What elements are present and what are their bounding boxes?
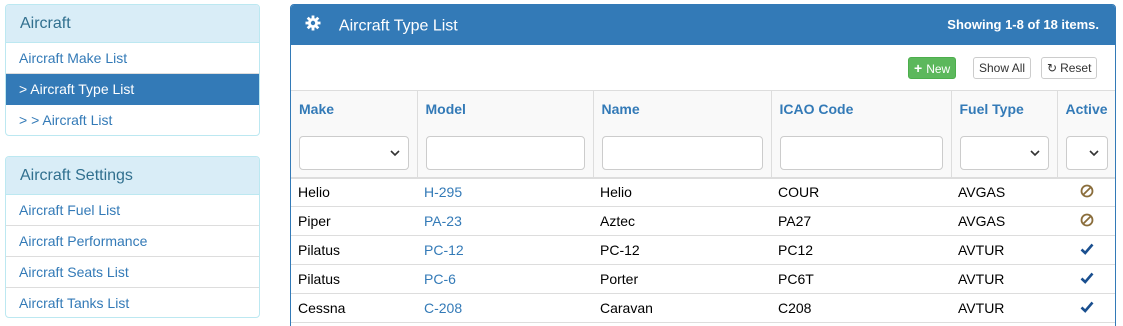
nav-item-aircraft-performance[interactable]: Aircraft Performance [6, 226, 259, 257]
plus-icon: + [914, 60, 923, 76]
cell-fuel-type: AVTUR [951, 264, 1057, 294]
reset-button-label: Reset [1060, 61, 1092, 75]
cell-make: Pilatus [291, 264, 417, 294]
aircraft-type-panel: Aircraft Type List Showing 1-8 of 18 ite… [290, 4, 1116, 326]
cell-name: Caravan [593, 293, 771, 323]
nav-item-aircraft-type-list[interactable]: > Aircraft Type List [6, 74, 259, 105]
cell-model-link[interactable]: PC-6 [417, 264, 593, 294]
show-all-button[interactable]: Show All [973, 57, 1032, 79]
column-header-name[interactable]: Name [593, 90, 772, 128]
cell-fuel-type: AVGAS [951, 177, 1057, 207]
cell-model-link[interactable]: PA-23 [417, 206, 593, 236]
cell-icao-code: PC12 [771, 235, 951, 265]
chevron-down-icon [389, 149, 400, 156]
check-icon [1080, 272, 1093, 284]
name-filter-input[interactable] [601, 135, 763, 170]
column-header-make[interactable]: Make [291, 90, 418, 128]
check-icon [1080, 243, 1093, 255]
aircraft-nav-panel: Aircraft Aircraft Make List > Aircraft T… [5, 4, 260, 136]
cell-make: Piper [291, 206, 417, 236]
aircraft-settings-panel: Aircraft Settings Aircraft Fuel List Air… [5, 156, 260, 318]
nav-item-aircraft-seats-list[interactable]: Aircraft Seats List [6, 257, 259, 288]
cell-icao-code: COUR [771, 177, 951, 207]
cell-name: Aztec [593, 206, 771, 236]
cell-icao-code: PA27 [771, 206, 951, 236]
panel-title: Aircraft Type List [338, 17, 458, 35]
ban-icon [1080, 184, 1093, 198]
new-button-label: New [926, 62, 951, 76]
column-header-active[interactable]: Active [1057, 90, 1115, 128]
cell-icao-code: PC6T [771, 264, 951, 294]
toolbar: + New Show All ↻ Reset [291, 45, 1115, 90]
cell-name: Porter [593, 264, 771, 294]
chevron-down-icon [1029, 149, 1040, 156]
table-row: Helio H-295 Helio COUR AVGAS [291, 177, 1115, 207]
table-row: Cessna C-208 Caravan C208 AVTUR [291, 293, 1115, 323]
cell-model-link[interactable]: PC-12 [417, 235, 593, 265]
column-header-fuel-type[interactable]: Fuel Type [951, 90, 1058, 128]
cell-name: Helio [593, 177, 771, 207]
check-icon [1080, 301, 1093, 313]
aircraft-type-table: Make Model Name ICAO Code Fuel Type Acti… [291, 90, 1115, 323]
pagination-summary: Showing 1-8 of 18 items. [947, 17, 1099, 32]
fuel-type-filter-select[interactable] [959, 135, 1049, 170]
active-filter-select[interactable] [1065, 135, 1108, 170]
icao-code-filter-input[interactable] [779, 135, 943, 170]
nav-item-aircraft-make-list[interactable]: Aircraft Make List [6, 43, 259, 74]
make-filter-select[interactable] [299, 135, 409, 170]
cell-make: Cessna [291, 293, 417, 323]
panel-header: Aircraft Type List Showing 1-8 of 18 ite… [291, 5, 1115, 45]
nav-item-aircraft-list[interactable]: > > Aircraft List [6, 105, 259, 135]
aircraft-nav-heading: Aircraft [6, 5, 259, 43]
ban-icon [1080, 213, 1093, 226]
cell-make: Helio [291, 177, 417, 207]
refresh-icon: ↻ [1047, 61, 1058, 75]
table-row: Pilatus PC-6 Porter PC6T AVTUR [291, 264, 1115, 294]
table-row: Piper PA-23 Aztec PA27 AVGAS [291, 206, 1115, 236]
chevron-down-icon [1089, 149, 1099, 156]
cell-fuel-type: AVTUR [951, 235, 1057, 265]
cell-name: PC-12 [593, 235, 771, 265]
model-filter-input[interactable] [425, 135, 585, 170]
cell-icao-code: C208 [771, 293, 951, 323]
nav-item-aircraft-fuel-list[interactable]: Aircraft Fuel List [6, 195, 259, 226]
cell-fuel-type: AVTUR [951, 293, 1057, 323]
cell-fuel-type: AVGAS [951, 206, 1057, 236]
aircraft-settings-heading: Aircraft Settings [6, 157, 259, 195]
cell-model-link[interactable]: C-208 [417, 293, 593, 323]
column-header-icao-code[interactable]: ICAO Code [771, 90, 952, 128]
cell-model-link[interactable]: H-295 [417, 177, 593, 207]
new-button[interactable]: + New [908, 57, 957, 79]
column-header-model[interactable]: Model [417, 90, 594, 128]
nav-item-aircraft-tanks-list[interactable]: Aircraft Tanks List [6, 288, 259, 317]
table-row: Pilatus PC-12 PC-12 PC12 AVTUR [291, 235, 1115, 265]
gear-icon [305, 6, 323, 46]
reset-button[interactable]: ↻ Reset [1041, 57, 1098, 79]
cell-make: Pilatus [291, 235, 417, 265]
